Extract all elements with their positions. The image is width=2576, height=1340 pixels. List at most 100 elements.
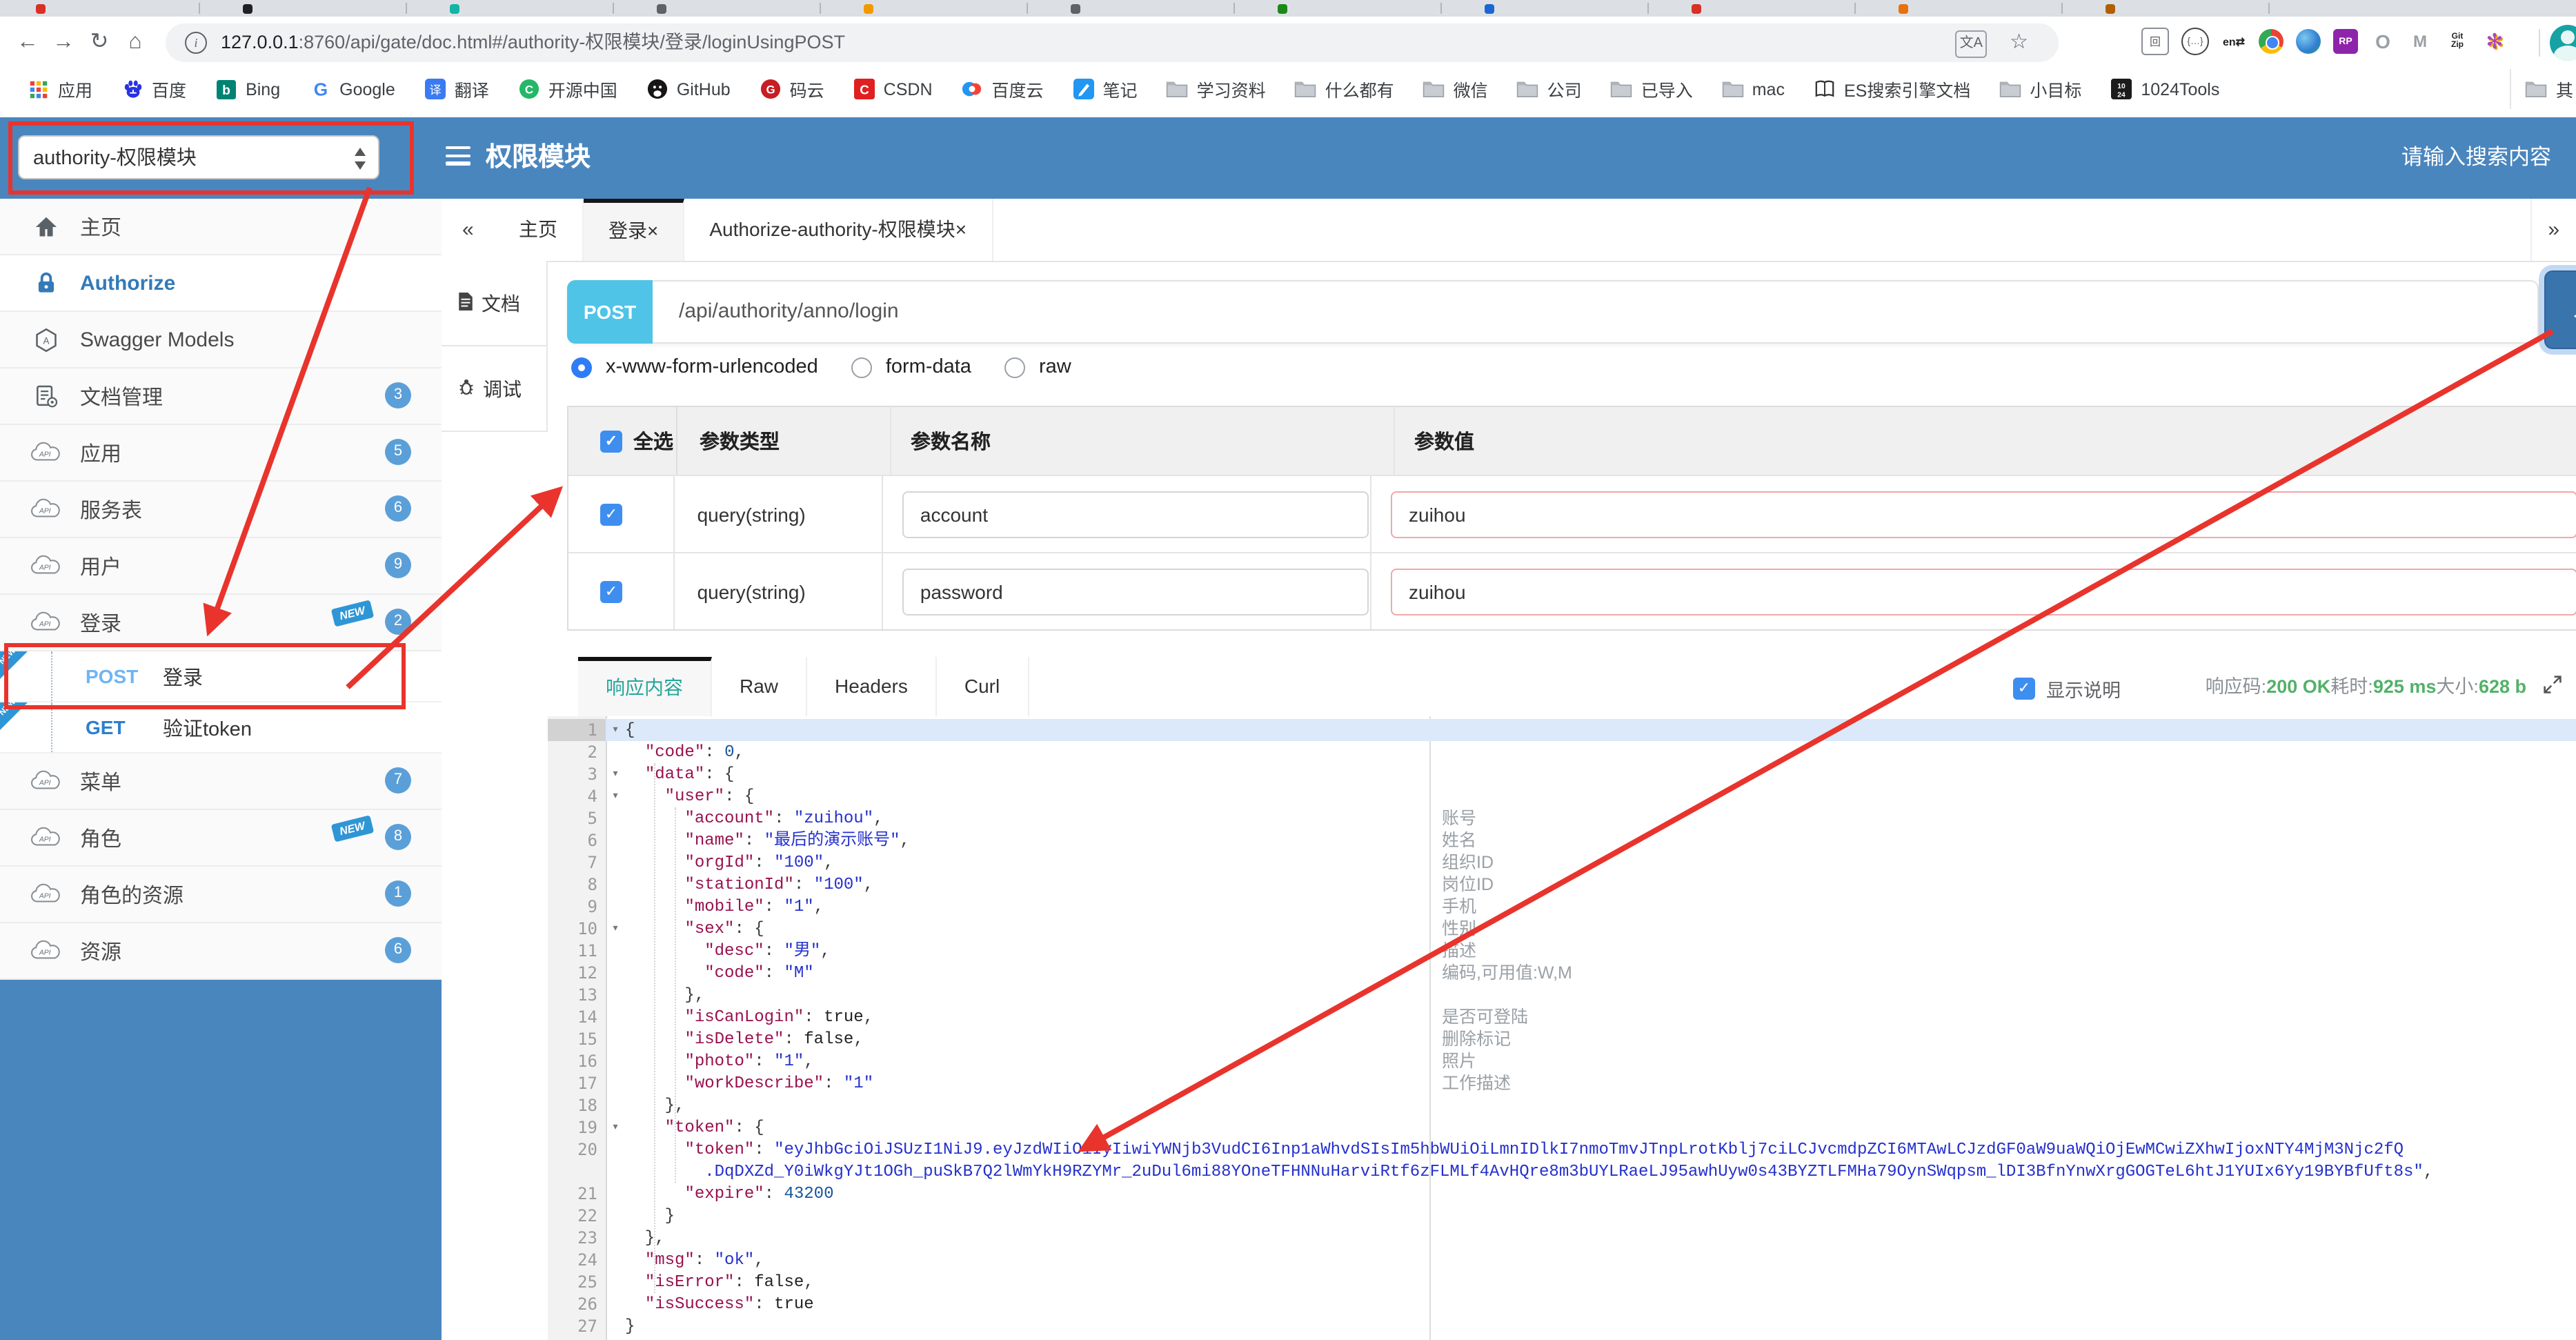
forward-icon[interactable]: → [47, 17, 80, 69]
bookmark-item[interactable]: ES搜索引擎文档 [1814, 76, 1970, 102]
bookmark-item[interactable]: 小目标 [1999, 76, 2081, 102]
bookmark-item[interactable]: mac [1722, 78, 1785, 100]
browser-tab-strip[interactable] [0, 0, 2576, 17]
tab-headers[interactable]: Headers [807, 657, 937, 716]
m-extension-icon[interactable]: M [2408, 29, 2433, 54]
home-icon[interactable]: ⌂ [119, 17, 152, 69]
browser-tab-favicon[interactable] [243, 4, 252, 14]
globe-extension-icon[interactable] [2296, 29, 2321, 54]
row-checkbox[interactable] [600, 503, 622, 525]
tab-overflow-icon[interactable]: » [2530, 199, 2559, 261]
profile-avatar[interactable] [2550, 25, 2576, 61]
radio-form-data[interactable] [851, 357, 872, 377]
tab-document[interactable]: 文档 [442, 261, 548, 346]
fold-arrow-icon[interactable]: ▾ [606, 763, 625, 785]
bookmark-item[interactable]: 10 24 1024Tools [2110, 78, 2219, 100]
bookmark-item[interactable]: 微信 [1423, 76, 1488, 102]
tab-home[interactable]: 主页 [494, 199, 584, 261]
tab-curl[interactable]: Curl [937, 657, 1029, 716]
tab-raw[interactable]: Raw [712, 657, 808, 716]
bookmark-item[interactable]: C CSDN [853, 78, 933, 100]
bookmark-item[interactable]: 百度云 [962, 76, 1044, 102]
param-value-input[interactable] [1391, 491, 2576, 538]
radio-label[interactable]: form-data [886, 356, 971, 378]
browser-tab-favicon[interactable] [450, 4, 459, 14]
bookmark-item[interactable]: 百度 [121, 76, 186, 102]
address-bar[interactable]: i 127.0.0.1:8760/api/gate/doc.html#/auth… [166, 23, 2059, 62]
send-button[interactable]: 发送 [2544, 270, 2576, 349]
browser-tab-favicon[interactable] [2106, 4, 2115, 14]
sidebar-item-Swagger Models[interactable]: A Swagger Models [0, 312, 442, 368]
sidebar-item-Authorize[interactable]: Authorize [0, 255, 442, 312]
browser-tab-favicon[interactable] [1071, 4, 1080, 14]
page-extension-icon[interactable]: 回 [2141, 28, 2169, 55]
browser-tab-favicon[interactable] [36, 4, 46, 14]
sidebar-item-文档管理[interactable]: 文档管理 3 [0, 368, 442, 425]
bookmark-item[interactable]: GitHub [646, 78, 731, 100]
bookmark-item[interactable]: 译翻译 [424, 76, 489, 102]
browser-tab-favicon[interactable] [1278, 4, 1287, 14]
translate-icon[interactable]: 文A [1955, 30, 1987, 58]
gitzip-extension-icon[interactable]: Git Zip [2445, 29, 2470, 54]
browser-tab-favicon[interactable] [864, 4, 873, 14]
radio-label[interactable]: raw [1039, 356, 1071, 378]
search-input[interactable]: 请输入搜索内容 [2401, 117, 2551, 199]
bookmark-item[interactable]: 什么都有 [1295, 76, 1394, 102]
bookmark-item[interactable]: 笔记 [1073, 76, 1138, 102]
menu-hamburger-icon[interactable] [446, 146, 470, 169]
radio-label[interactable]: x-www-form-urlencoded [606, 356, 818, 378]
bookmark-overflow-folder[interactable]: 其 [2510, 69, 2573, 109]
bookmark-item[interactable]: G 码云 [760, 76, 824, 102]
bookmark-item[interactable]: 学习资料 [1167, 76, 1266, 102]
en-extension-icon[interactable]: en⇄ [2221, 29, 2246, 54]
sidebar-item-主页[interactable]: 主页 [0, 199, 442, 255]
tab-response-content[interactable]: 响应内容 [578, 657, 712, 716]
fold-arrow-icon[interactable]: ▾ [606, 918, 625, 940]
browser-tab-favicon[interactable] [1899, 4, 1908, 14]
braces-extension-icon[interactable]: {…} [2181, 28, 2209, 55]
bookmark-item[interactable]: G Google [309, 78, 395, 100]
sidebar-endpoint-get[interactable]: NEW GET 验证token [0, 698, 442, 753]
bookmark-item[interactable]: b Bing [215, 78, 280, 100]
bookmark-item[interactable]: C 开源中国 [518, 76, 617, 102]
row-checkbox[interactable] [600, 580, 622, 602]
response-json-editor[interactable]: 1 ▾{2 "code": 0, 3 ▾ "data": {4 ▾ "user": {5… [548, 716, 2576, 1340]
page-info-icon[interactable]: i [185, 32, 207, 54]
param-name-input[interactable] [902, 568, 1369, 615]
fullscreen-icon[interactable] [2543, 675, 2562, 701]
tab-debug[interactable]: 调试 [442, 346, 548, 432]
browser-tab-favicon[interactable] [657, 4, 666, 14]
param-name-input[interactable] [902, 491, 1369, 538]
sidebar-item-服务表[interactable]: API 服务表 6 [0, 482, 442, 538]
collapse-sidebar-icon[interactable]: « [462, 199, 474, 261]
browser-tab-favicon[interactable] [1485, 4, 1494, 14]
radio-x-www-form-urlencoded[interactable] [571, 357, 592, 377]
sidebar-item-角色的资源[interactable]: API 角色的资源 1 [0, 867, 442, 923]
bookmark-star-icon[interactable]: ☆ [2010, 26, 2028, 59]
tab-authorize[interactable]: Authorize-authority-权限模块× [684, 199, 993, 261]
fold-arrow-icon[interactable]: ▾ [606, 1116, 625, 1139]
browser-tab-favicon[interactable] [1692, 4, 1701, 14]
back-icon[interactable]: ← [11, 17, 44, 69]
o-extension-icon[interactable]: O [2370, 29, 2395, 54]
select-all-checkbox[interactable] [600, 430, 622, 452]
endpoint-path[interactable]: /api/authority/anno/login [679, 282, 899, 342]
bookmark-item[interactable]: 应用 [28, 76, 92, 102]
fold-arrow-icon[interactable]: ▾ [606, 719, 625, 741]
param-value-input[interactable] [1391, 568, 2576, 615]
show-description-checkbox[interactable] [2013, 678, 2035, 700]
reload-icon[interactable]: ↻ [83, 17, 116, 69]
radio-raw[interactable] [1004, 357, 1025, 377]
asterisk-extension-icon[interactable]: ✻ [2482, 29, 2507, 54]
sidebar-item-应用[interactable]: API 应用 5 [0, 425, 442, 482]
rp-extension-icon[interactable]: RP [2333, 29, 2358, 54]
bookmark-item[interactable]: 已导入 [1611, 76, 1693, 102]
sidebar-item-菜单[interactable]: API 菜单 7 [0, 753, 442, 810]
url-text[interactable]: 127.0.0.1:8760/api/gate/doc.html#/author… [221, 23, 845, 62]
chrome-extension-icon[interactable] [2259, 29, 2283, 54]
sidebar-item-用户[interactable]: API 用户 9 [0, 538, 442, 595]
sidebar-item-资源[interactable]: API 资源 6 [0, 923, 442, 980]
sidebar-item-角色[interactable]: API 角色 NEW 8 [0, 810, 442, 867]
fold-arrow-icon[interactable]: ▾ [606, 785, 625, 807]
tab-login[interactable]: 登录× [584, 199, 685, 261]
